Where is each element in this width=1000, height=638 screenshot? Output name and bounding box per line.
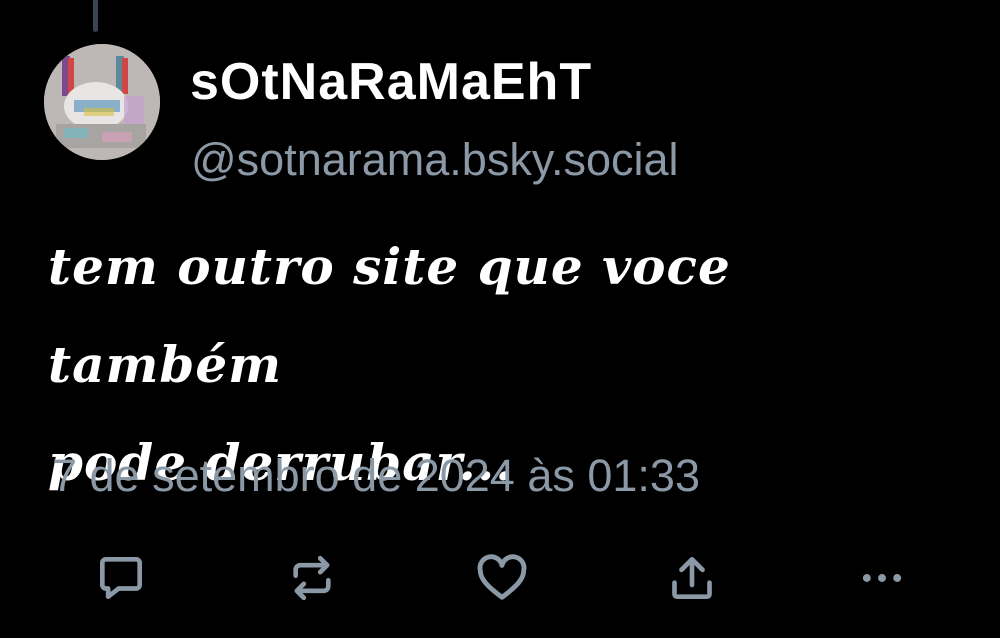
like-button[interactable] bbox=[472, 548, 532, 608]
repost-button[interactable] bbox=[282, 548, 342, 608]
post-actions-bar bbox=[0, 548, 1000, 608]
thread-connector-line bbox=[93, 0, 98, 32]
author-handle[interactable]: @sotnarama.bsky.social bbox=[191, 132, 679, 188]
heart-icon bbox=[477, 554, 527, 600]
post-timestamp: 7 de setembro de 2024 às 01:33 bbox=[52, 450, 700, 501]
display-name[interactable]: sOtNaRaMaEhT bbox=[190, 52, 592, 112]
repost-icon bbox=[293, 555, 331, 601]
share-button[interactable] bbox=[662, 548, 722, 608]
share-icon bbox=[672, 557, 712, 599]
post-text-line: tem outro site que voce também bbox=[48, 237, 731, 394]
avatar[interactable] bbox=[44, 44, 160, 160]
more-options-button[interactable] bbox=[852, 548, 912, 608]
reply-button[interactable] bbox=[91, 548, 151, 608]
ellipsis-icon bbox=[862, 574, 902, 582]
avatar-image bbox=[44, 44, 160, 160]
speech-bubble-icon bbox=[100, 557, 143, 599]
